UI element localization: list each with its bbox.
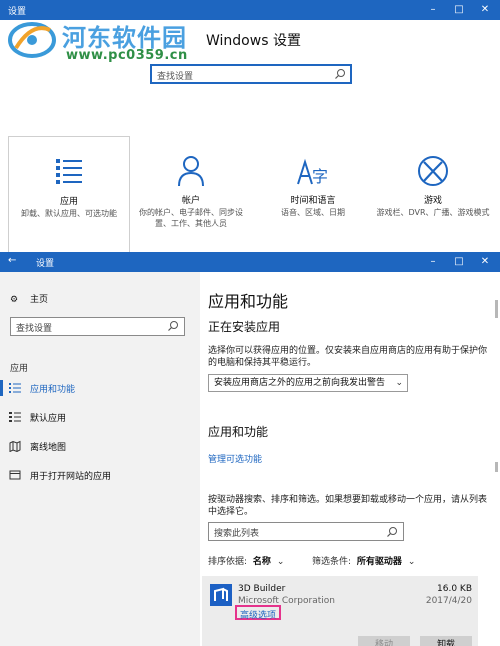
- search-input[interactable]: 查找设置: [150, 64, 352, 84]
- category-desc: 卸载、默认应用、可选功能: [21, 209, 117, 218]
- watermark-logo-icon: [8, 22, 56, 58]
- category-accounts[interactable]: 帐户 你的帐户、电子邮件、同步设置、工作、其他人员: [130, 136, 252, 252]
- search-placeholder: 查找设置: [157, 72, 194, 82]
- filter-label: 筛选条件:: [312, 557, 352, 567]
- category-desc: 语音、区域、日期: [281, 208, 345, 217]
- gear-icon: ⚙: [10, 295, 19, 305]
- apps-list-icon: [56, 159, 82, 184]
- sidebar-item-label: 离线地图: [30, 443, 67, 453]
- sidebar: ⚙ 主页 查找设置 应用 应用和功能 默认应用 离线地图 用于打开网站的应用: [0, 272, 200, 646]
- app-list-search-input[interactable]: 搜索此列表: [208, 522, 404, 541]
- content-title: 应用和功能: [208, 292, 289, 311]
- apps-heading: 应用和功能: [208, 425, 269, 439]
- category-name: 帐户: [181, 196, 200, 206]
- category-name: 游戏: [423, 196, 442, 206]
- apps-description: 按驱动器搜索、排序和筛选。如果想要卸载或移动一个应用，请从列表中选择它。: [208, 495, 488, 517]
- sidebar-item-offline-maps[interactable]: 离线地图: [0, 435, 200, 457]
- window1-titlebar[interactable]: 设置 – □ ✕: [0, 0, 500, 20]
- installing-description: 选择你可以获得应用的位置。仅安装来自应用商店的应用有助于保护你的电脑和保持其平稳…: [208, 346, 488, 368]
- search-placeholder: 查找设置: [16, 324, 53, 334]
- category-gaming[interactable]: 游戏 游戏栏、DVR、广播、游戏模式: [372, 136, 494, 252]
- sidebar-item-label: 用于打开网站的应用: [30, 472, 112, 482]
- move-button[interactable]: 移动: [358, 636, 410, 646]
- chevron-down-icon: ⌄: [395, 378, 403, 388]
- apps-features-window: ← 设置 – □ ✕ ⚙ 主页 查找设置 应用 应用和功能 默认应用 离线地图 …: [0, 252, 500, 646]
- app-install-date: 2017/4/20: [425, 596, 472, 606]
- install-source-dropdown[interactable]: 安装应用商店之外的应用之前向我发出警告 ⌄: [208, 374, 408, 392]
- sidebar-item-website-apps[interactable]: 用于打开网站的应用: [0, 464, 200, 486]
- active-indicator: [0, 380, 3, 396]
- category-name: 时间和语言: [290, 196, 336, 206]
- category-desc: 游戏栏、DVR、广播、游戏模式: [376, 208, 490, 217]
- sort-dropdown[interactable]: 排序依据: 名称 ⌄: [208, 554, 284, 567]
- sidebar-section-label: 应用: [10, 364, 29, 374]
- filter-dropdown[interactable]: 筛选条件: 所有驱动器 ⌄: [312, 554, 415, 567]
- installing-heading: 正在安装应用: [208, 320, 281, 334]
- sidebar-home-label: 主页: [30, 295, 49, 305]
- sort-filter-row: 排序依据: 名称 ⌄ 筛选条件: 所有驱动器 ⌄: [208, 554, 490, 568]
- search-icon: [335, 69, 345, 79]
- open-website-icon: [9, 470, 21, 480]
- sidebar-item-default-apps[interactable]: 默认应用: [0, 406, 200, 428]
- time-language-icon: 字: [297, 158, 328, 186]
- sidebar-item-label: 默认应用: [30, 414, 67, 424]
- advanced-options-link[interactable]: 高级选项: [235, 605, 282, 621]
- sidebar-search-input[interactable]: 查找设置: [10, 317, 185, 336]
- minimize-button[interactable]: –: [420, 252, 446, 272]
- maximize-button[interactable]: □: [446, 252, 472, 272]
- chevron-down-icon: ⌄: [276, 557, 285, 567]
- uninstall-button[interactable]: 卸载: [420, 636, 472, 646]
- xbox-icon: [418, 156, 448, 186]
- minimize-button[interactable]: –: [420, 0, 446, 20]
- sort-value: 名称: [252, 557, 271, 567]
- category-desc: 你的帐户、电子邮件、同步设置、工作、其他人员: [139, 208, 243, 228]
- list-icon: [9, 383, 21, 393]
- chevron-down-icon: ⌄: [407, 557, 416, 567]
- scrollbar-track-mark[interactable]: [495, 462, 498, 472]
- settings-home-window: 设置 – □ ✕ 河东软件园 www.pc0359.cn Windows 设置 …: [0, 0, 500, 252]
- category-name: 应用: [59, 197, 78, 207]
- window2-titlebar[interactable]: ← 设置 – □ ✕: [0, 252, 500, 272]
- svg-text:字: 字: [312, 167, 328, 186]
- dropdown-value: 安装应用商店之外的应用之前向我发出警告: [214, 378, 386, 388]
- search-placeholder: 搜索此列表: [214, 529, 260, 539]
- app-size: 16.0 KB: [437, 584, 472, 594]
- window2-title: 设置: [36, 259, 55, 269]
- window1-title: 设置: [8, 7, 27, 17]
- manage-optional-features-link[interactable]: 管理可选功能: [208, 452, 262, 465]
- category-apps[interactable]: 应用 卸载、默认应用、可选功能: [8, 136, 130, 252]
- sidebar-item-label: 应用和功能: [30, 385, 76, 395]
- screenshot-root: 设置 – □ ✕ 河东软件园 www.pc0359.cn Windows 设置 …: [0, 0, 500, 646]
- app-list-item[interactable]: 3D Builder Microsoft Corporation 16.0 KB…: [202, 576, 478, 646]
- watermark-url: www.pc0359.cn: [66, 48, 188, 63]
- map-icon: [9, 440, 21, 452]
- category-time-language[interactable]: 字 时间和语言 语音、区域、日期: [252, 136, 374, 252]
- person-icon: [178, 156, 204, 187]
- default-apps-icon: [9, 412, 21, 422]
- close-button[interactable]: ✕: [472, 252, 498, 272]
- sidebar-home[interactable]: ⚙ 主页: [10, 292, 48, 305]
- scrollbar-thumb[interactable]: [495, 300, 498, 318]
- sort-label: 排序依据:: [208, 557, 248, 567]
- sidebar-item-apps-features[interactable]: 应用和功能: [0, 377, 200, 399]
- main-content: 应用和功能 正在安装应用 选择你可以获得应用的位置。仅安装来自应用商店的应用有助…: [200, 272, 490, 646]
- back-arrow-icon[interactable]: ←: [8, 255, 16, 266]
- maximize-button[interactable]: □: [446, 0, 472, 20]
- filter-value: 所有驱动器: [356, 557, 402, 567]
- page-title: Windows 设置: [206, 33, 301, 49]
- close-button[interactable]: ✕: [472, 0, 498, 20]
- search-icon: [168, 321, 178, 331]
- search-icon: [387, 527, 397, 537]
- 3d-builder-app-icon: [210, 584, 232, 606]
- app-name: 3D Builder: [238, 584, 286, 594]
